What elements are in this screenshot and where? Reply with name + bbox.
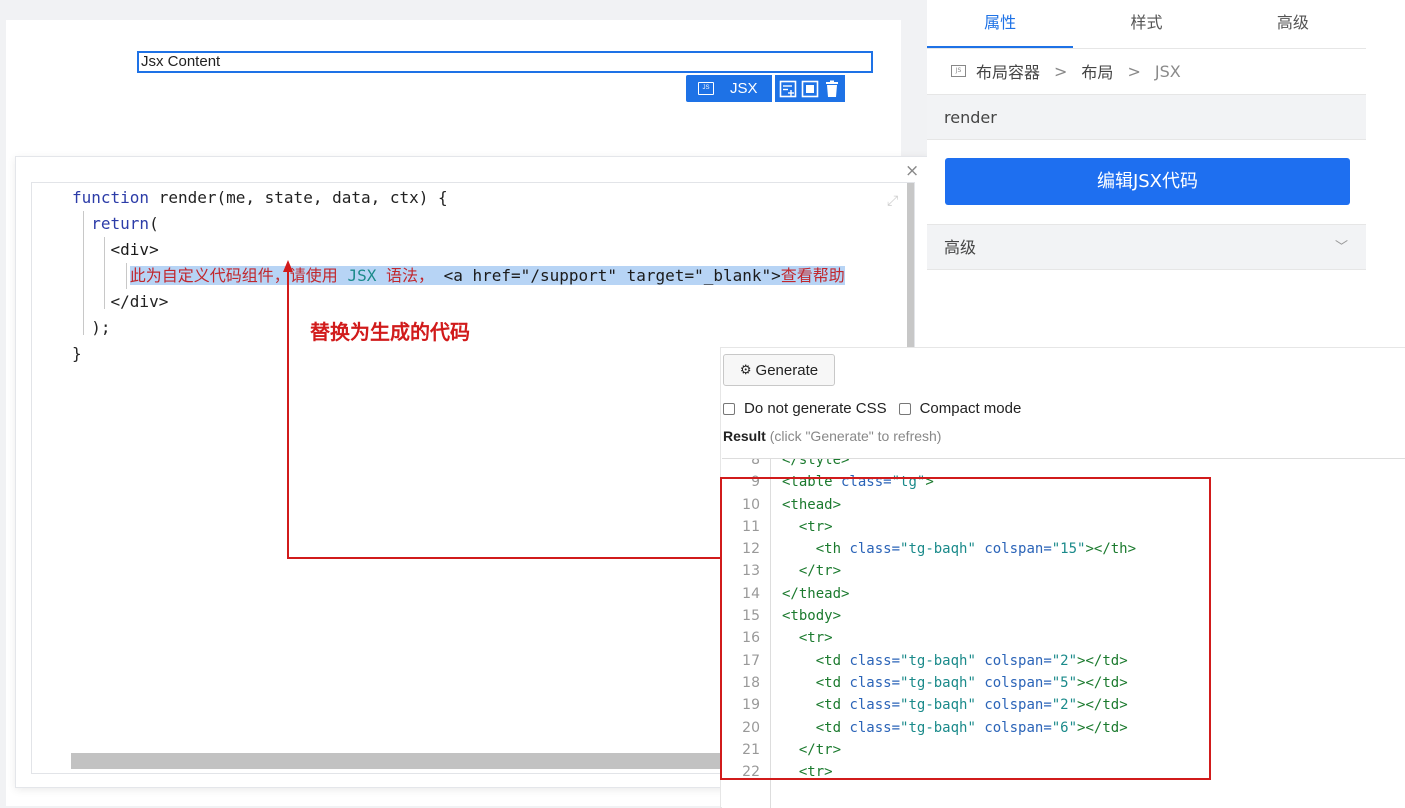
annotation-arrow xyxy=(283,260,722,559)
